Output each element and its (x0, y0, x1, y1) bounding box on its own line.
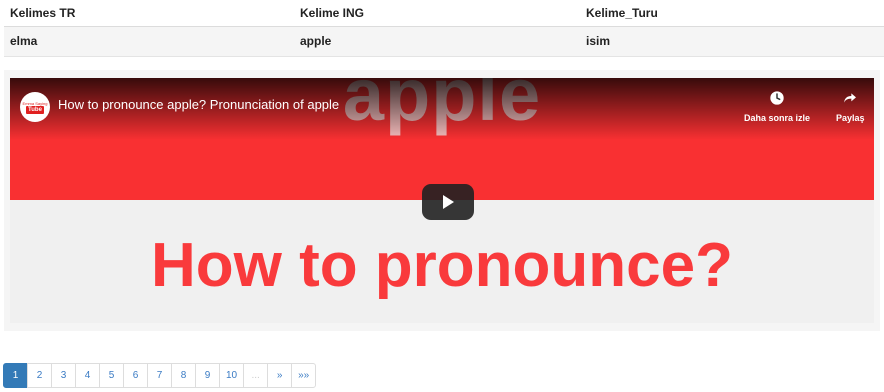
page-9[interactable]: 9 (195, 363, 220, 388)
page-2[interactable]: 2 (27, 363, 52, 388)
thumbnail-headline: How to pronounce? (150, 231, 734, 300)
watch-later-label: Daha sonra izle (744, 113, 811, 123)
clock-icon (770, 91, 784, 105)
table-header-row: Kelimes TR Kelime ING Kelime_Turu (4, 0, 884, 27)
cell-type: isim (580, 26, 884, 57)
video-title-link[interactable]: How to pronounce apple? Pronunciation of… (58, 97, 339, 112)
word-table: Kelimes TR Kelime ING Kelime_Turu elma a… (4, 0, 884, 57)
page-7[interactable]: 7 (147, 363, 172, 388)
page-10[interactable]: 10 (219, 363, 245, 388)
cell-ing: apple (294, 26, 580, 57)
header-kelimes-tr: Kelimes TR (4, 0, 294, 27)
page-1[interactable]: 1 (3, 363, 28, 388)
cell-tr: elma (4, 26, 294, 57)
video-panel: apple How to pronounce? Emma Saying Tube… (4, 70, 880, 331)
channel-avatar[interactable]: Emma Saying Tube (20, 92, 50, 122)
page-4[interactable]: 4 (75, 363, 100, 388)
header-kelime-turu: Kelime_Turu (580, 0, 884, 27)
page-5[interactable]: 5 (99, 363, 124, 388)
watch-later-button[interactable]: Daha sonra izle (744, 90, 810, 123)
share-label: Paylaş (836, 113, 865, 123)
share-arrow-icon (844, 93, 857, 103)
youtube-embed[interactable]: apple How to pronounce? Emma Saying Tube… (10, 78, 874, 323)
page-8[interactable]: 8 (171, 363, 196, 388)
page-6[interactable]: 6 (123, 363, 148, 388)
pagination: 1 2 3 4 5 6 7 8 9 10 ... » »» (3, 363, 317, 388)
play-icon (443, 195, 454, 209)
page-3[interactable]: 3 (51, 363, 76, 388)
page-ellipsis: ... (243, 363, 269, 388)
channel-logo-bottom-text: Tube (26, 105, 44, 114)
last-page-button[interactable]: »» (291, 363, 317, 388)
header-kelime-ing: Kelime ING (294, 0, 580, 27)
channel-logo-top-text: Emma Saying (22, 100, 48, 106)
next-page-button[interactable]: » (267, 363, 293, 388)
table-row: elma apple isim (4, 26, 884, 57)
share-button[interactable]: Paylaş (836, 90, 865, 123)
play-button[interactable] (422, 184, 474, 220)
